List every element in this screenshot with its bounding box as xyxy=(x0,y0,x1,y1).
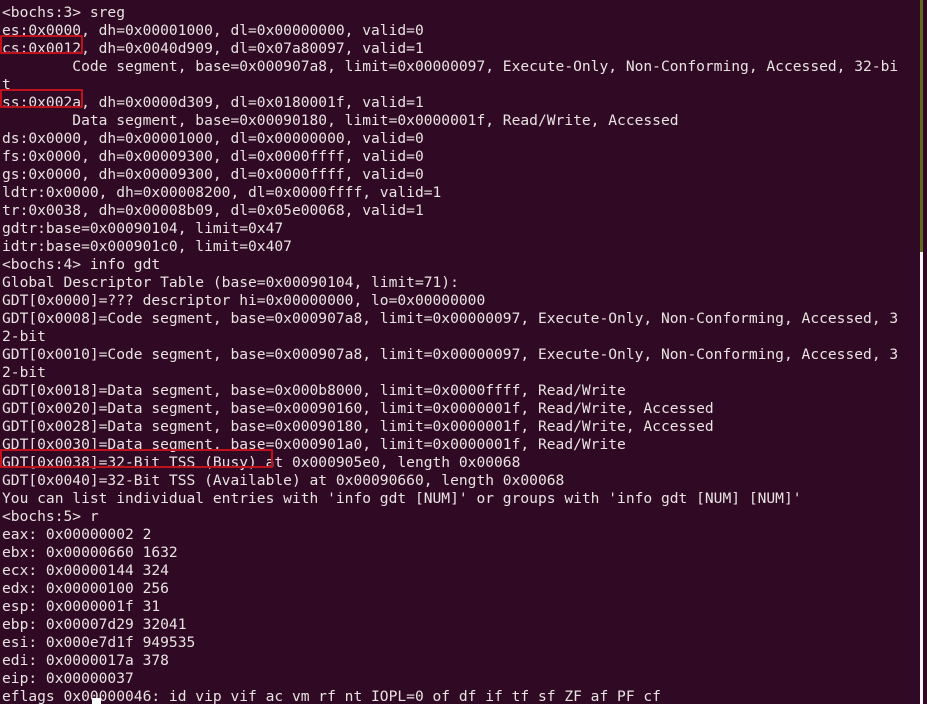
terminal-line: Global Descriptor Table (base=0x00090104… xyxy=(2,274,459,291)
terminal-line: t xyxy=(2,76,11,93)
terminal-line: <bochs:5> r xyxy=(2,508,99,525)
terminal-line: GDT[0x0018]=Data segment, base=0x000b800… xyxy=(2,382,626,399)
terminal-line: eax: 0x00000002 2 xyxy=(2,526,152,543)
terminal-line: <bochs:3> sreg xyxy=(2,4,126,21)
terminal-line: eflags 0x00000046: id vip vif ac vm rf n… xyxy=(2,688,661,704)
terminal-line: You can list individual entries with 'in… xyxy=(2,490,802,507)
terminal-line: tr:0x0038, dh=0x00008b09, dl=0x05e00068,… xyxy=(2,202,424,219)
terminal-line: edx: 0x00000100 256 xyxy=(2,580,169,597)
terminal-line: gs:0x0000, dh=0x00009300, dl=0x0000ffff,… xyxy=(2,166,424,183)
terminal-line: 2-bit xyxy=(2,328,46,345)
terminal-line: Code segment, base=0x000907a8, limit=0x0… xyxy=(2,58,899,75)
terminal-line: cs:0x0012, dh=0x0040d909, dl=0x07a80097,… xyxy=(2,40,424,57)
terminal-line: esp: 0x0000001f 31 xyxy=(2,598,161,615)
terminal-line: GDT[0x0030]=Data segment, base=0x000901a… xyxy=(2,436,626,453)
terminal-line: edi: 0x0000017a 378 xyxy=(2,652,169,669)
terminal-line: GDT[0x0008]=Code segment, base=0x000907a… xyxy=(2,310,899,327)
terminal-line: gdtr:base=0x00090104, limit=0x47 xyxy=(2,220,284,237)
terminal-line: GDT[0x0020]=Data segment, base=0x0009016… xyxy=(2,400,714,417)
terminal-line: GDT[0x0038]=32-Bit TSS (Busy) at 0x00090… xyxy=(2,454,521,471)
terminal-line: GDT[0x0040]=32-Bit TSS (Available) at 0x… xyxy=(2,472,565,489)
terminal-line: GDT[0x0010]=Code segment, base=0x000907a… xyxy=(2,346,899,363)
terminal-line: 2-bit xyxy=(2,364,46,381)
terminal-window[interactable]: <bochs:3> sreg es:0x0000, dh=0x00001000, … xyxy=(0,0,927,704)
terminal-line: fs:0x0000, dh=0x00009300, dl=0x0000ffff,… xyxy=(2,148,424,165)
terminal-line: GDT[0x0028]=Data segment, base=0x0009018… xyxy=(2,418,714,435)
terminal-line: es:0x0000, dh=0x00001000, dl=0x00000000,… xyxy=(2,22,424,39)
terminal-scrollbar[interactable] xyxy=(916,0,927,704)
terminal-line: ecx: 0x00000144 324 xyxy=(2,562,169,579)
terminal-line: ldtr:0x0000, dh=0x00008200, dl=0x0000fff… xyxy=(2,184,442,201)
terminal-line: ebx: 0x00000660 1632 xyxy=(2,544,178,561)
terminal-output-area[interactable]: <bochs:3> sreg es:0x0000, dh=0x00001000, … xyxy=(0,0,916,704)
terminal-line: Data segment, base=0x00090180, limit=0x0… xyxy=(2,112,679,129)
terminal-line: idtr:base=0x000901c0, limit=0x407 xyxy=(2,238,292,255)
terminal-line: eip: 0x00000037 xyxy=(2,670,134,687)
terminal-line: ebp: 0x00007d29 32041 xyxy=(2,616,187,633)
terminal-line: <bochs:4> info gdt xyxy=(2,256,161,273)
terminal-line: ss:0x002a, dh=0x0000d309, dl=0x0180001f,… xyxy=(2,94,424,111)
terminal-line: esi: 0x000e7d1f 949535 xyxy=(2,634,196,651)
terminal-line: ds:0x0000, dh=0x00001000, dl=0x00000000,… xyxy=(2,130,424,147)
scrollbar-thumb[interactable] xyxy=(920,0,923,252)
text-cursor xyxy=(92,698,101,704)
terminal-line: GDT[0x0000]=??? descriptor hi=0x00000000… xyxy=(2,292,486,309)
